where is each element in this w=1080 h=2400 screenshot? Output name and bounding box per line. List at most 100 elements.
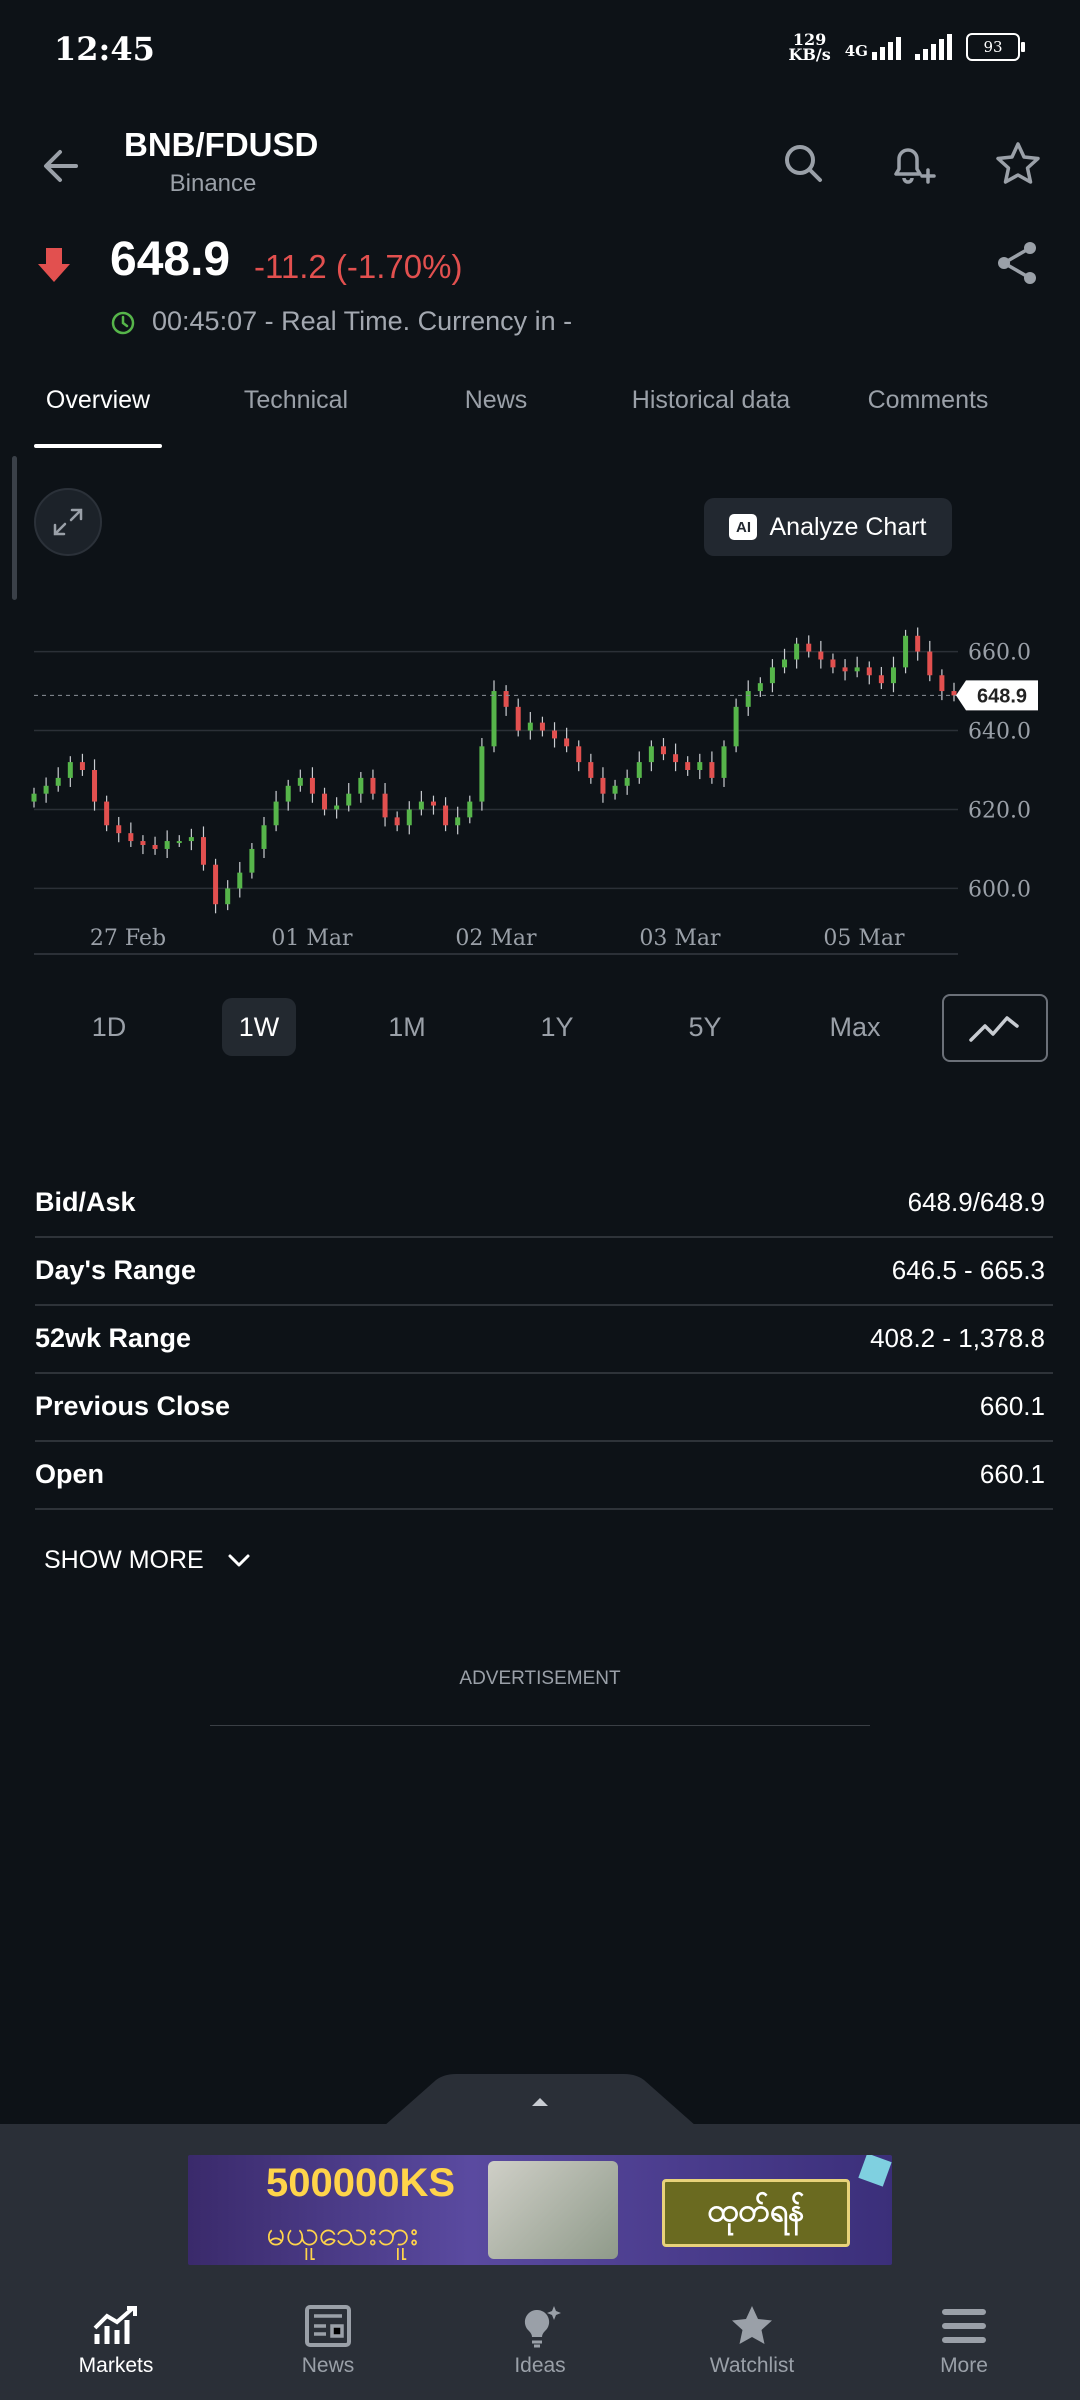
candle bbox=[951, 682, 957, 702]
wifi-signal-icon bbox=[915, 34, 952, 60]
advertisement-label: ADVERTISEMENT bbox=[459, 1668, 621, 1689]
tab-overview[interactable]: Overview bbox=[30, 386, 166, 415]
candle bbox=[104, 795, 110, 832]
candle bbox=[394, 811, 400, 832]
chart-type-button[interactable] bbox=[942, 994, 1048, 1062]
instrument-symbol: BNB/FDUSD bbox=[124, 126, 319, 163]
candle bbox=[309, 767, 315, 803]
candle bbox=[673, 743, 679, 772]
x-tick-label: 02 Mar bbox=[455, 926, 537, 951]
bell-plus-icon bbox=[894, 148, 936, 184]
tab-historical-data[interactable]: Historical data bbox=[620, 386, 802, 415]
candle bbox=[806, 635, 812, 658]
battery-icon: 93 bbox=[966, 33, 1025, 61]
ad-banner[interactable]: 500000KS မယူသေးဘူး ထုတ်ရန် bbox=[188, 2155, 892, 2265]
candle bbox=[55, 767, 61, 792]
candle bbox=[576, 740, 582, 772]
candle bbox=[31, 787, 37, 808]
x-tick-label: 05 Mar bbox=[823, 926, 905, 951]
period-max[interactable]: Max bbox=[818, 998, 892, 1056]
period-5y[interactable]: 5Y bbox=[668, 998, 742, 1056]
expand-chart-button[interactable] bbox=[34, 488, 102, 556]
candle bbox=[152, 836, 158, 855]
nav-more[interactable]: More bbox=[894, 2298, 1034, 2378]
ad-divider bbox=[210, 1725, 870, 1726]
stat-row-days-range: Day's Range 646.5 - 665.3 bbox=[35, 1237, 1053, 1306]
nav-ideas[interactable]: Ideas bbox=[470, 2298, 610, 2378]
expand-icon bbox=[53, 508, 83, 536]
y-tick-label: 600.0 bbox=[968, 877, 1031, 902]
exchange-name: Binance bbox=[169, 170, 257, 197]
candle bbox=[43, 777, 49, 803]
last-price: 648.9 bbox=[110, 233, 231, 286]
candle bbox=[757, 677, 763, 697]
candle bbox=[636, 751, 642, 784]
share-button[interactable] bbox=[992, 238, 1042, 293]
candle bbox=[794, 637, 800, 669]
candle bbox=[564, 727, 570, 753]
nav-markets[interactable]: Markets bbox=[46, 2298, 186, 2378]
status-icons: 129 KB/s 4G 93 bbox=[788, 32, 1025, 63]
candle bbox=[334, 797, 340, 819]
back-button[interactable] bbox=[36, 138, 92, 194]
candle bbox=[660, 738, 666, 761]
tab-news[interactable]: News bbox=[444, 386, 548, 415]
candle bbox=[370, 769, 376, 800]
news-icon bbox=[305, 2305, 351, 2347]
tab-technical[interactable]: Technical bbox=[226, 386, 366, 415]
candle bbox=[697, 753, 703, 780]
stat-row-previous-close: Previous Close 660.1 bbox=[35, 1373, 1053, 1442]
search-button[interactable] bbox=[776, 136, 832, 192]
candle bbox=[648, 740, 654, 772]
active-tab-indicator bbox=[34, 444, 162, 448]
candle bbox=[322, 787, 328, 816]
candle bbox=[842, 659, 848, 681]
period-1y[interactable]: 1Y bbox=[520, 998, 594, 1056]
candle bbox=[890, 656, 896, 693]
tab-comments[interactable]: Comments bbox=[852, 386, 1004, 415]
nav-watchlist[interactable]: Watchlist bbox=[682, 2298, 822, 2378]
watchlist-star-button[interactable] bbox=[990, 136, 1046, 192]
price-change: -11.2 (-1.70%) bbox=[254, 248, 463, 285]
x-tick-label: 01 Mar bbox=[271, 926, 353, 951]
clock-icon bbox=[110, 310, 136, 341]
menu-icon bbox=[942, 2309, 986, 2343]
candle bbox=[491, 680, 497, 753]
ai-icon: AI bbox=[729, 514, 758, 540]
analyze-chart-label: Analyze Chart bbox=[769, 512, 927, 541]
stat-row-open: Open 660.1 bbox=[35, 1441, 1053, 1510]
price-chart[interactable]: 660.0 640.0 620.0 600.0 648.9 27 Feb 01 Mar 02 … bbox=[0, 590, 1080, 960]
markets-icon bbox=[93, 2306, 137, 2344]
candle bbox=[430, 795, 436, 815]
period-1w[interactable]: 1W bbox=[222, 998, 296, 1056]
candle bbox=[830, 653, 836, 674]
candle bbox=[116, 816, 122, 843]
candle bbox=[769, 659, 775, 693]
candle bbox=[467, 795, 473, 824]
candle bbox=[455, 806, 461, 835]
candle bbox=[733, 698, 739, 753]
add-alert-button[interactable] bbox=[882, 136, 938, 192]
candle bbox=[140, 835, 146, 855]
period-1d[interactable]: 1D bbox=[72, 998, 146, 1056]
y-tick-label: 640.0 bbox=[968, 720, 1031, 745]
candle bbox=[79, 753, 85, 776]
y-tick-label: 620.0 bbox=[968, 798, 1031, 823]
cell-signal-icon: 4G bbox=[845, 34, 901, 60]
show-more-button[interactable]: SHOW MORE bbox=[44, 1546, 252, 1575]
candle bbox=[527, 711, 533, 740]
nav-news[interactable]: News bbox=[258, 2298, 398, 2378]
candle bbox=[346, 783, 352, 812]
drawer-handle[interactable] bbox=[384, 2074, 696, 2126]
ad-close-icon[interactable] bbox=[858, 2155, 892, 2187]
ad-cta-button[interactable]: ထုတ်ရန် bbox=[662, 2179, 850, 2247]
lightbulb-icon bbox=[524, 2306, 561, 2348]
period-1m[interactable]: 1M bbox=[370, 998, 444, 1056]
candle bbox=[443, 797, 449, 832]
x-tick-label: 27 Feb bbox=[90, 926, 166, 951]
candle bbox=[92, 759, 98, 811]
candle bbox=[382, 783, 388, 827]
chevron-down-icon bbox=[228, 1554, 250, 1566]
analyze-chart-button[interactable]: AI Analyze Chart bbox=[704, 498, 952, 556]
candle bbox=[927, 640, 933, 682]
